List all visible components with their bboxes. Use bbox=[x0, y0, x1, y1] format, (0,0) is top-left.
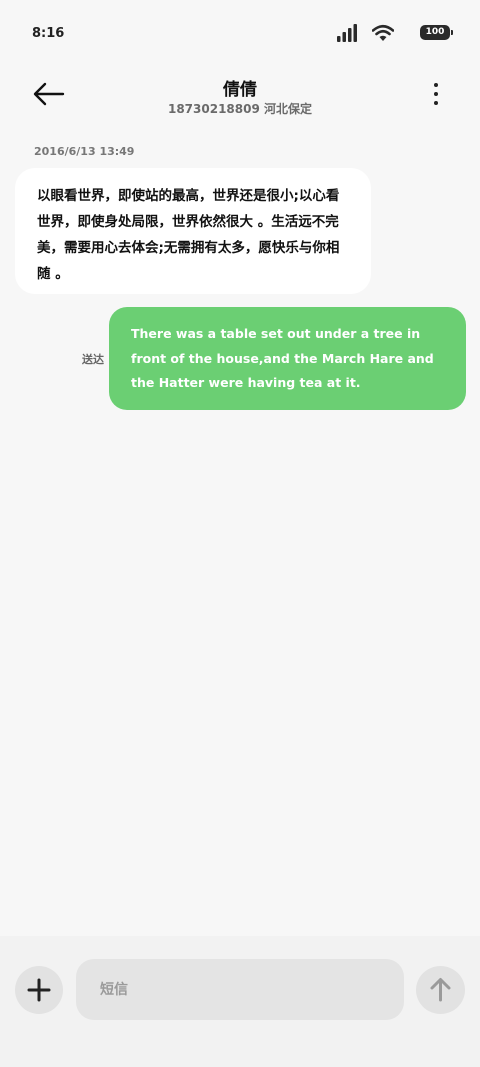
plus-icon bbox=[27, 978, 51, 1002]
delivery-status: 送达 bbox=[82, 353, 104, 366]
received-message-text: 以眼看世界，即使站的最高，世界还是很小;以心看世界，即使身处局限，世界依然很大 … bbox=[37, 188, 340, 282]
status-time: 8:16 bbox=[32, 26, 65, 41]
add-attachment-button[interactable] bbox=[15, 966, 63, 1014]
conversation-header: 倩倩 18730218809 河北保定 bbox=[0, 68, 480, 128]
contact-number-location: 18730218809 河北保定 bbox=[167, 102, 313, 116]
signal-icon bbox=[337, 24, 357, 42]
more-options-button[interactable] bbox=[428, 80, 444, 110]
sms-input[interactable] bbox=[76, 959, 404, 1020]
arrow-up-icon bbox=[430, 978, 451, 1002]
send-button[interactable] bbox=[416, 966, 465, 1014]
received-message-bubble[interactable]: 以眼看世界，即使站的最高，世界还是很小;以心看世界，即使身处局限，世界依然很大 … bbox=[15, 168, 371, 294]
status-icons: 100 bbox=[320, 24, 453, 44]
message-timestamp: 2016/6/13 13:49 bbox=[34, 145, 135, 158]
sent-message-bubble[interactable]: There was a table set out under a tree i… bbox=[109, 307, 466, 410]
more-vertical-icon bbox=[428, 80, 444, 105]
wifi-icon bbox=[372, 24, 394, 41]
sent-message-text: There was a table set out under a tree i… bbox=[131, 326, 434, 390]
battery-icon: 100 bbox=[420, 25, 453, 40]
status-bar: 8:16 100 bbox=[0, 0, 480, 68]
contact-name: 倩倩 bbox=[223, 80, 257, 100]
message-composer bbox=[0, 936, 480, 1067]
